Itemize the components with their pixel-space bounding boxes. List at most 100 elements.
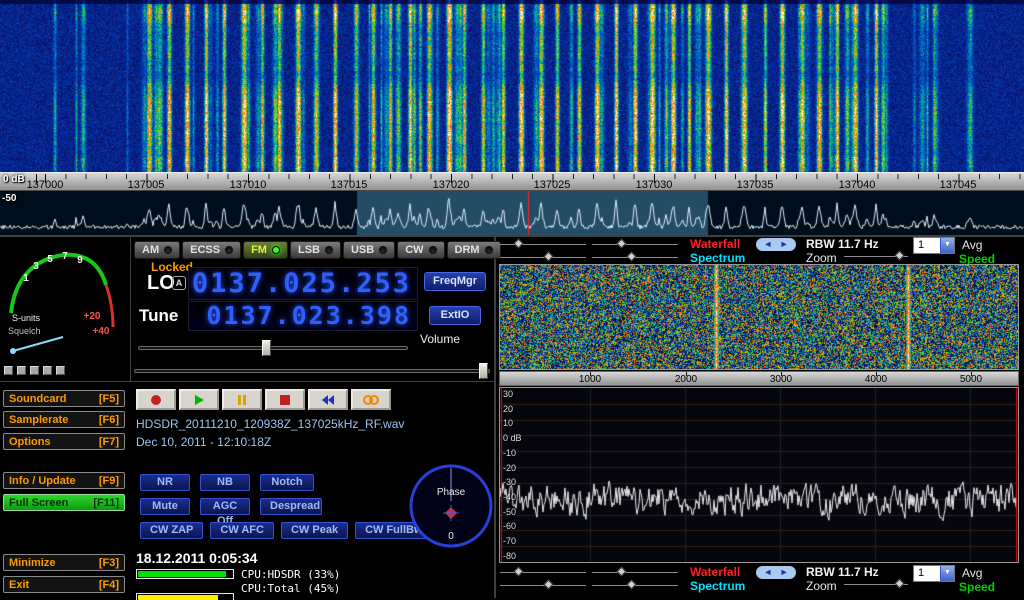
cw-zap-button[interactable]: CW ZAP [140,522,203,539]
despread-button[interactable]: Despread [260,498,322,515]
rewind-button[interactable] [308,389,348,410]
rf-pan-right-button[interactable]: ► [780,238,789,251]
rf-wf-brightness-slider[interactable] [500,240,586,249]
exit-button[interactable]: Exit[F4] [3,576,125,593]
slider-thumb[interactable] [627,252,637,262]
play-button[interactable] [179,389,219,410]
stop-icon [278,394,292,406]
meter-mini-button[interactable] [17,366,26,375]
mode-cw[interactable]: CW [397,241,444,259]
rf-zoom-slider[interactable] [844,252,908,261]
rf-wf-contrast-slider[interactable] [592,240,678,249]
slider-thumb[interactable] [262,340,271,356]
s-meter-tick: 1 [23,273,29,284]
slider-thumb[interactable] [895,579,905,589]
af-sp-max-slider[interactable] [592,581,678,590]
slider-thumb[interactable] [514,567,524,577]
rf-sp-max-slider[interactable] [592,253,678,262]
cw-peak-button[interactable]: CW Peak [281,522,348,539]
agc-button[interactable]: AGC Off [200,498,250,515]
freqmgr-button[interactable]: FreqMgr [424,272,486,291]
stop-button[interactable] [265,389,305,410]
mode-am[interactable]: AM [134,241,180,259]
fkey-key: [F5] [99,393,119,405]
volume-slider[interactable] [138,340,408,356]
slider-thumb[interactable] [616,567,626,577]
af-waterfall-label[interactable]: Waterfall [690,566,740,578]
record-button[interactable] [136,389,176,410]
slider-thumb[interactable] [627,580,637,590]
af-avg-select[interactable]: 1 ▼ [913,565,955,582]
meter-mini-button[interactable] [56,366,65,375]
slider-thumb[interactable] [616,239,626,249]
scale-label: 1000 [579,374,601,385]
s-meter-over-tick: +20 [84,311,101,322]
tune-display[interactable]: 0137.023.398 [188,301,418,331]
mode-drm[interactable]: DRM [447,241,501,259]
af-wf-brightness-slider[interactable] [500,568,586,577]
mode-fm[interactable]: FM [243,241,288,259]
meter-mini-button[interactable] [43,366,52,375]
af-pan-right-button[interactable]: ► [780,566,789,579]
db-scale-label: -30 [503,477,516,487]
loop-button[interactable] [351,389,391,410]
af-avg-label: Avg [962,567,982,579]
info-update-button[interactable]: Info / Update[F9] [3,472,125,489]
slider-thumb[interactable] [895,251,905,261]
extio-button[interactable]: ExtIO [429,306,481,325]
fkey-label: Minimize [9,557,55,569]
af-zoom-slider[interactable] [844,580,908,589]
s-meter-over-tick: +40 [93,326,110,337]
mute-button[interactable]: Mute [140,498,190,515]
rf-sp-min-slider[interactable] [500,253,586,262]
db-scale-label: -20 [503,463,516,473]
mode-lsb[interactable]: LSB [290,241,341,259]
notch-button[interactable]: Notch [260,474,314,491]
dropdown-arrow-icon[interactable]: ▼ [940,238,954,253]
meter-mini-button[interactable] [30,366,39,375]
minimize-button[interactable]: Minimize[F3] [3,554,125,571]
af-wf-contrast-slider[interactable] [592,568,678,577]
slider-thumb[interactable] [543,580,553,590]
af-spectrum[interactable] [500,388,1018,562]
main-spectrum[interactable] [0,191,1024,235]
cpu-hdsdr-bar [136,569,234,579]
af-level-slider[interactable] [134,363,490,379]
af-sp-min-slider[interactable] [500,581,586,590]
options-button[interactable]: Options[F7] [3,433,125,450]
samplerate-button[interactable]: Samplerate[F6] [3,411,125,428]
slider-groove [134,369,490,373]
ruler-label: 137010 [230,179,267,191]
slider-groove [592,572,678,573]
slider-thumb[interactable] [543,252,553,262]
frequency-ruler[interactable]: 137000 137005 137010 137015 137020 13702… [0,172,1024,191]
main-waterfall[interactable] [0,0,1024,172]
lo-display[interactable]: 0137.025.253 [188,267,418,300]
af-pan-left-button[interactable]: ◄ [763,566,772,579]
mode-label: LSB [298,244,320,256]
rf-waterfall[interactable] [500,265,1018,369]
cw-afc-button[interactable]: CW AFC [210,522,274,539]
meter-mini-button[interactable] [4,366,13,375]
rf-waterfall-label[interactable]: Waterfall [690,238,740,250]
slider-thumb[interactable] [479,363,488,379]
af-spectrum-label[interactable]: Spectrum [690,580,745,592]
db-scale-label: 10 [503,418,513,428]
pause-button[interactable] [222,389,262,410]
mode-usb[interactable]: USB [343,241,395,259]
lo-lock-badge[interactable]: A [172,276,186,290]
slider-thumb[interactable] [514,239,524,249]
fullscreen-button[interactable]: Full Screen[F11] [3,494,125,511]
rf-pan-left-button[interactable]: ◄ [763,238,772,251]
soundcard-button[interactable]: Soundcard[F5] [3,390,125,407]
fkey-label: Options [9,436,51,448]
rf-scale-bar[interactable]: 1000 2000 3000 4000 5000 [499,371,1019,386]
nb-button[interactable]: NB [200,474,250,491]
rf-spectrum-label[interactable]: Spectrum [690,252,745,264]
slider-groove [138,346,408,350]
mode-ecss[interactable]: ECSS [182,241,241,259]
rf-avg-select[interactable]: 1 ▼ [913,237,955,254]
dropdown-arrow-icon[interactable]: ▼ [940,566,954,581]
nr-button[interactable]: NR [140,474,190,491]
play-icon [192,394,206,406]
